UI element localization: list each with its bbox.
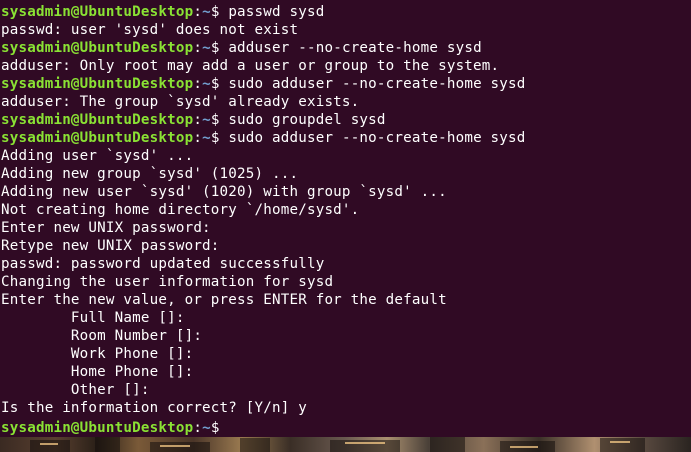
prompt-line: sysadmin@UbuntuDesktop:~$ sudo adduser -… xyxy=(1,75,691,93)
prompt-cwd: ~ xyxy=(202,76,211,92)
prompt-user-host: sysadmin@UbuntuDesktop xyxy=(1,130,194,146)
output-line: Not creating home directory `/home/sysd'… xyxy=(1,202,360,218)
output-line: Adding new user `sysd' (1020) with group… xyxy=(1,184,447,200)
prompt-cwd: ~ xyxy=(202,112,211,128)
prompt-user-host: sysadmin@UbuntuDesktop xyxy=(1,76,194,92)
command-text: sudo adduser --no-create-home sysd xyxy=(228,130,526,146)
terminal-cursor xyxy=(228,417,236,432)
prompt-separator: : xyxy=(193,4,203,20)
output-line: Room Number []: xyxy=(1,328,203,344)
desktop-wallpaper xyxy=(0,437,691,452)
output-line: Retype new UNIX password: xyxy=(1,238,220,254)
prompt-cwd: ~ xyxy=(202,420,211,436)
prompt-cwd: ~ xyxy=(202,130,211,146)
prompt-separator: : xyxy=(193,76,203,92)
prompt-line: sysadmin@UbuntuDesktop:~$ xyxy=(1,417,691,436)
output-line: Is the information correct? [Y/n] y xyxy=(1,400,307,416)
output-line: Full Name []: xyxy=(1,310,185,326)
prompt-cwd: ~ xyxy=(202,4,211,20)
command-text: sudo groupdel sysd xyxy=(228,112,386,128)
output-line: Enter the new value, or press ENTER for … xyxy=(1,292,447,308)
prompt-line: sysadmin@UbuntuDesktop:~$ passwd sysd xyxy=(1,3,691,21)
prompt-symbol: $ xyxy=(210,112,229,128)
output-line: passwd: user 'sysd' does not exist xyxy=(1,22,299,38)
terminal-window[interactable]: sysadmin@UbuntuDesktop:~$ passwd sysd pas… xyxy=(0,0,691,437)
command-text: adduser --no-create-home sysd xyxy=(228,40,482,56)
prompt-symbol: $ xyxy=(210,4,229,20)
output-line: Changing the user information for sysd xyxy=(1,274,334,290)
prompt-symbol: $ xyxy=(210,420,229,436)
output-line: Adding user `sysd' ... xyxy=(1,148,194,164)
prompt-line: sysadmin@UbuntuDesktop:~$ sudo adduser -… xyxy=(1,129,691,147)
prompt-separator: : xyxy=(193,40,203,56)
prompt-symbol: $ xyxy=(210,40,229,56)
command-text: sudo adduser --no-create-home sysd xyxy=(228,76,526,92)
prompt-user-host: sysadmin@UbuntuDesktop xyxy=(1,112,194,128)
command-text: passwd sysd xyxy=(228,4,325,20)
terminal-output: sysadmin@UbuntuDesktop:~$ passwd sysd pas… xyxy=(0,0,691,436)
prompt-user-host: sysadmin@UbuntuDesktop xyxy=(1,4,194,20)
prompt-cwd: ~ xyxy=(202,40,211,56)
prompt-symbol: $ xyxy=(210,76,229,92)
output-line: Other []: xyxy=(1,382,150,398)
output-line: Adding new group `sysd' (1025) ... xyxy=(1,166,299,182)
prompt-line: sysadmin@UbuntuDesktop:~$ sudo groupdel … xyxy=(1,111,691,129)
prompt-symbol: $ xyxy=(210,130,229,146)
prompt-user-host: sysadmin@UbuntuDesktop xyxy=(1,420,194,436)
prompt-separator: : xyxy=(193,112,203,128)
output-line: Home Phone []: xyxy=(1,364,194,380)
output-line: passwd: password updated successfully xyxy=(1,256,325,272)
prompt-separator: : xyxy=(193,130,203,146)
output-line: Work Phone []: xyxy=(1,346,194,362)
prompt-user-host: sysadmin@UbuntuDesktop xyxy=(1,40,194,56)
output-line: adduser: Only root may add a user or gro… xyxy=(1,58,500,74)
prompt-separator: : xyxy=(193,420,203,436)
prompt-line: sysadmin@UbuntuDesktop:~$ adduser --no-c… xyxy=(1,39,691,57)
output-line: adduser: The group `sysd' already exists… xyxy=(1,94,360,110)
output-line: Enter new UNIX password: xyxy=(1,220,211,236)
